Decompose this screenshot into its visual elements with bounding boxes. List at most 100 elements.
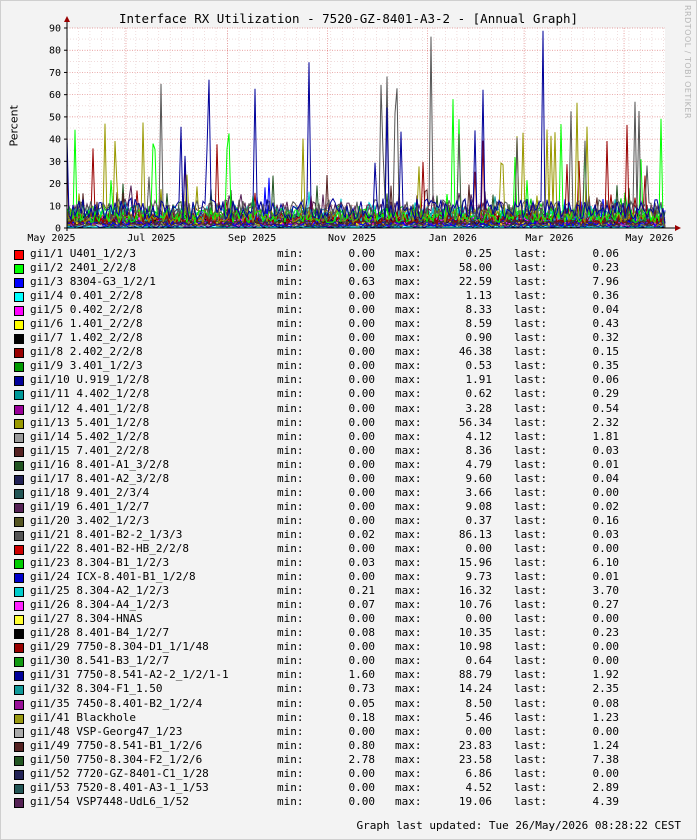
max-value: 22.59 <box>458 275 492 289</box>
legend-series-name: gi1/22 8.401-B2-HB_2/2/8 <box>30 541 189 555</box>
min-label: min: <box>277 696 304 710</box>
last-label: last: <box>514 710 548 724</box>
max-value: 0.53 <box>465 359 493 373</box>
last-label: last: <box>514 738 548 752</box>
y-tick-label: 90 <box>49 24 61 35</box>
min-label: min: <box>277 738 304 752</box>
max-label: max: <box>395 654 422 668</box>
max-value: 9.60 <box>465 471 493 485</box>
max-value: 0.00 <box>465 612 493 626</box>
last-label: last: <box>514 724 548 738</box>
last-value: 0.01 <box>592 457 620 471</box>
max-label: max: <box>395 247 422 260</box>
min-value: 0.00 <box>348 485 376 499</box>
legend-swatch <box>14 446 24 457</box>
last-value: 0.00 <box>592 654 620 668</box>
legend-series-name: gi1/1 U401_1/2/3 <box>30 247 136 260</box>
min-label: min: <box>277 457 304 471</box>
y-tick-label: 10 <box>49 201 61 212</box>
legend-swatch <box>14 643 24 654</box>
last-label: last: <box>514 752 548 766</box>
min-label: min: <box>277 640 304 654</box>
legend-swatch <box>14 797 24 808</box>
legend-series-name: gi1/12 4.401_1/2/8 <box>30 401 150 415</box>
min-label: min: <box>277 289 304 303</box>
last-value: 0.06 <box>592 373 620 387</box>
max-label: max: <box>395 724 422 738</box>
min-value: 0.63 <box>348 275 376 289</box>
min-label: min: <box>277 626 304 640</box>
last-label: last: <box>514 485 548 499</box>
last-label: last: <box>514 317 548 331</box>
min-value: 0.00 <box>348 457 376 471</box>
last-value: 1.92 <box>592 668 620 682</box>
min-label: min: <box>277 612 304 626</box>
min-label: min: <box>277 541 304 555</box>
max-label: max: <box>395 640 422 654</box>
legend-swatch <box>14 376 24 387</box>
max-label: max: <box>395 766 422 780</box>
max-label: max: <box>395 780 422 794</box>
max-value: 23.58 <box>458 752 492 766</box>
min-value: 0.21 <box>348 584 376 598</box>
min-label: min: <box>277 261 304 275</box>
rx-utilization-chart: 0102030405060708090May 2025 Jul 2025 Sep 2… <box>27 16 681 244</box>
last-value: 0.23 <box>592 261 620 275</box>
last-label: last: <box>514 499 548 513</box>
last-label: last: <box>514 289 548 303</box>
min-value: 0.00 <box>348 317 376 331</box>
min-label: min: <box>277 443 304 457</box>
max-value: 23.83 <box>458 738 492 752</box>
last-value: 0.27 <box>592 598 620 612</box>
legend-series-name: gi1/25 8.304-A2_1/2/3 <box>30 584 170 598</box>
last-value: 0.32 <box>592 331 620 345</box>
y-tick-label: 60 <box>49 90 61 101</box>
last-label: last: <box>514 570 548 584</box>
legend-series-name: gi1/23 8.304-B1_1/2/3 <box>30 556 170 570</box>
max-value: 3.28 <box>465 401 493 415</box>
legend-swatch <box>14 727 24 738</box>
min-label: min: <box>277 471 304 485</box>
last-value: 0.00 <box>592 766 620 780</box>
max-value: 8.33 <box>465 303 493 317</box>
min-value: 0.00 <box>348 443 376 457</box>
min-label: min: <box>277 780 304 794</box>
last-value: 0.04 <box>592 471 620 485</box>
legend-swatch <box>14 418 24 429</box>
last-value: 0.02 <box>592 499 620 513</box>
min-label: min: <box>277 598 304 612</box>
legend-series-name: gi1/49 7750-8.541-B1_1/2/6 <box>30 738 203 752</box>
legend-swatch <box>14 278 24 289</box>
legend-series-name: gi1/54 VSP7448-UdL6_1/52 <box>30 794 189 808</box>
y-tick-label: 70 <box>49 68 61 79</box>
max-value: 0.62 <box>465 387 493 401</box>
min-value: 0.00 <box>348 261 376 275</box>
last-label: last: <box>514 303 548 317</box>
max-label: max: <box>395 317 422 331</box>
last-label: last: <box>514 415 548 429</box>
x-tick-label: Sep 2025 <box>228 233 276 244</box>
min-value: 0.00 <box>348 331 376 345</box>
last-label: last: <box>514 626 548 640</box>
min-label: min: <box>277 499 304 513</box>
last-value: 0.23 <box>592 626 620 640</box>
max-value: 0.00 <box>465 541 493 555</box>
legend-series-name: gi1/52 7720-GZ-8401-C1_1/28 <box>30 766 209 780</box>
legend-series-name: gi1/35 7450-8.401-B2_1/2/4 <box>30 696 203 710</box>
last-value: 0.29 <box>592 387 620 401</box>
last-label: last: <box>514 387 548 401</box>
min-label: min: <box>277 752 304 766</box>
last-value: 3.70 <box>592 584 620 598</box>
legend-series-name: gi1/21 8.401-B2-2_1/3/3 <box>30 527 183 541</box>
last-value: 4.39 <box>592 794 620 808</box>
max-value: 5.46 <box>465 710 493 724</box>
max-label: max: <box>395 387 422 401</box>
min-value: 0.00 <box>348 387 376 401</box>
max-label: max: <box>395 598 422 612</box>
min-label: min: <box>277 373 304 387</box>
legend-swatch <box>14 629 24 640</box>
max-value: 86.13 <box>458 527 492 541</box>
max-value: 0.37 <box>465 513 493 527</box>
min-label: min: <box>277 485 304 499</box>
min-value: 0.00 <box>348 429 376 443</box>
